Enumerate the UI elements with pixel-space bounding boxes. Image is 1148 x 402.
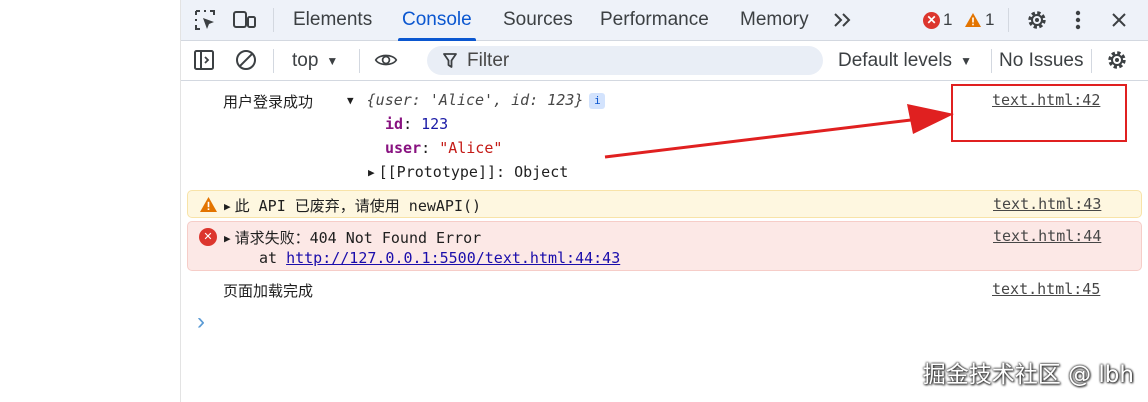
filter-box[interactable]: [427, 46, 823, 75]
issues-button[interactable]: No Issues: [999, 41, 1083, 80]
stack-trace-link[interactable]: http://127.0.0.1:5500/text.html:44:43: [286, 249, 620, 267]
object-property-row: user: "Alice": [385, 139, 502, 157]
warning-count: 1: [985, 10, 995, 29]
caret-down-icon: ▼: [326, 54, 339, 68]
prototype-text: [[Prototype]]: Object: [378, 163, 569, 181]
error-counter[interactable]: ✕ 1: [923, 8, 952, 32]
settings-gear-icon[interactable]: [1025, 8, 1049, 32]
console-toolbar: top ▼ Default levels ▼ No Issues: [181, 41, 1148, 81]
console-prompt-chevron-icon[interactable]: ›: [197, 308, 205, 336]
log-text: 页面加载完成: [223, 282, 314, 300]
filter-funnel-icon: [443, 52, 457, 68]
expand-caret-down-icon: ▼: [347, 94, 354, 107]
warning-text-row[interactable]: ▶ 此 API 已废弃，请使用 newAPI(): [224, 195, 481, 216]
console-message-warning: ▶ 此 API 已废弃，请使用 newAPI() text.html:43: [187, 190, 1142, 218]
sidebar-toggle-icon[interactable]: [192, 48, 216, 72]
expand-caret-right-icon: ▶: [224, 232, 231, 245]
expand-caret-right-icon: ▶: [224, 200, 231, 213]
toolbar-divider: [273, 49, 274, 73]
live-expression-eye-icon[interactable]: [374, 48, 398, 72]
object-preview[interactable]: ▼ {user: 'Alice', id: 123} i: [347, 91, 606, 109]
context-selector[interactable]: top ▼: [292, 41, 338, 80]
warning-icon: [965, 13, 981, 27]
log-text: 用户登录成功: [223, 93, 314, 111]
expand-caret-right-icon: ▶: [368, 166, 375, 179]
property-key: user: [385, 139, 422, 157]
tab-sources[interactable]: Sources: [503, 0, 573, 40]
toolbar-divider: [359, 49, 360, 73]
error-icon: ✕: [923, 11, 940, 29]
error-icon: ✕: [199, 228, 217, 246]
clear-console-icon[interactable]: [234, 48, 258, 72]
tabbar-divider: [273, 8, 274, 32]
close-icon[interactable]: [1107, 8, 1131, 32]
property-key: id: [385, 115, 404, 133]
source-link[interactable]: text.html:44: [993, 227, 1101, 245]
filter-input[interactable]: [467, 49, 807, 72]
caret-down-icon: ▼: [960, 54, 972, 68]
property-value: 123: [421, 115, 449, 133]
log-levels-dropdown[interactable]: Default levels ▼: [838, 41, 972, 80]
toolbar-divider: [1091, 49, 1092, 73]
more-options-icon[interactable]: [1066, 8, 1090, 32]
stack-trace-line: at http://127.0.0.1:5500/text.html:44:43: [259, 249, 620, 267]
annotation-arrow-icon: [604, 104, 954, 159]
object-property-row: id: 123: [385, 115, 448, 133]
page-viewport: [0, 0, 181, 402]
property-separator: :: [421, 139, 440, 157]
devtools-tabbar: Elements Console Sources Performance Mem…: [181, 0, 1148, 41]
warning-text: 此 API 已废弃，请使用 newAPI(): [234, 197, 482, 215]
console-message-error: ✕ ▶ 请求失败：404 Not Found Error at http://12…: [187, 221, 1142, 271]
stack-prefix: at: [259, 249, 287, 267]
warning-counter[interactable]: 1: [964, 8, 994, 32]
console-message-log: 页面加载完成 text.html:45: [187, 276, 1140, 302]
prototype-row[interactable]: ▶ [[Prototype]]: Object: [368, 163, 568, 181]
tab-console[interactable]: Console: [398, 0, 476, 41]
tab-memory[interactable]: Memory: [740, 0, 809, 40]
console-settings-gear-icon[interactable]: [1105, 48, 1129, 72]
property-value: "Alice": [439, 139, 503, 157]
object-preview-text: {user: 'Alice', id: 123}: [366, 91, 584, 109]
toolbar-divider: [991, 49, 992, 73]
more-tabs-icon[interactable]: [831, 8, 855, 32]
context-label: top: [292, 50, 319, 71]
devtools-panel: Elements Console Sources Performance Mem…: [181, 0, 1148, 402]
warning-icon: [200, 197, 217, 212]
watermark: 掘金技术社区 @ lbh: [922, 362, 1134, 388]
tab-performance[interactable]: Performance: [600, 0, 709, 40]
property-separator: :: [403, 115, 422, 133]
tabbar-divider: [1008, 8, 1009, 32]
annotation-highlight-box: [951, 84, 1127, 142]
device-toolbar-icon[interactable]: [233, 8, 257, 32]
log-levels-label: Default levels: [838, 50, 953, 71]
inspect-element-icon[interactable]: [193, 8, 217, 32]
source-link[interactable]: text.html:43: [993, 195, 1101, 213]
source-link[interactable]: text.html:45: [992, 280, 1100, 298]
error-text-row[interactable]: ▶ 请求失败：404 Not Found Error: [224, 227, 481, 248]
tab-elements[interactable]: Elements: [293, 0, 372, 40]
error-text: 请求失败：404 Not Found Error: [234, 229, 482, 247]
error-count: 1: [943, 10, 953, 29]
